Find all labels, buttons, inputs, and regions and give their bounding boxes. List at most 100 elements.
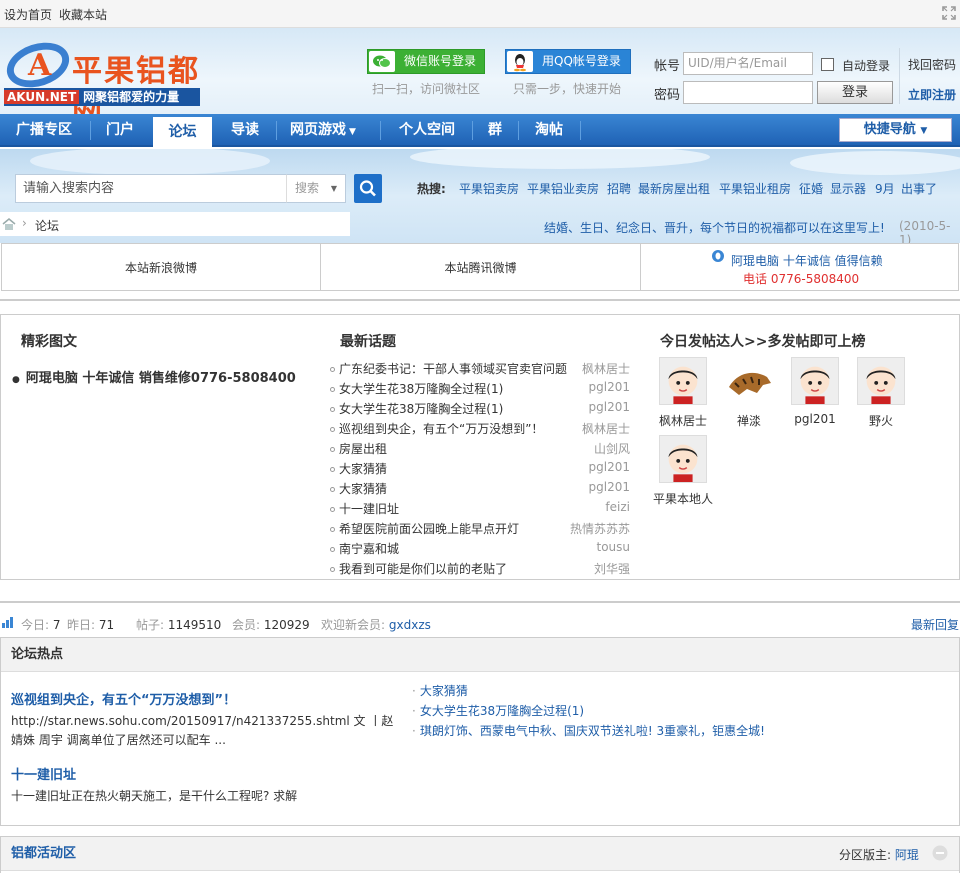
top-user[interactable]: pgl201 (784, 357, 846, 426)
hot-word[interactable]: 出事了 (901, 180, 937, 197)
site-logo[interactable]: A 平果铝都网 AKUN.NET网聚铝都爱的力量 (1, 35, 204, 133)
new-member-link[interactable]: gxdxzs (389, 618, 431, 632)
register-link[interactable]: 立即注册 (908, 86, 956, 103)
nav-webgame[interactable]: 网页游戏 ▼ (280, 114, 366, 147)
top-bar: 设为首页 收藏本站 (0, 0, 960, 28)
topic-item[interactable]: 希望医院前面公园晚上能早点开灯 (330, 520, 519, 537)
hot-link[interactable]: · 琪朗灯饰、西蒙电气中秋、国庆双节送礼啦! 3重豪礼，钜惠全城! (412, 722, 765, 739)
bookmark-link[interactable]: 收藏本站 (59, 6, 107, 23)
topic-item[interactable]: 女大学生花38万隆胸全过程(1) (330, 380, 503, 397)
slogan-text: 网聚铝都爱的力量 (83, 90, 180, 104)
moderator-label: 分区版主: (839, 848, 892, 862)
notice-text[interactable]: 结婚、生日、纪念日、晋升，每个节日的祝福都可以在这里写上! (544, 219, 885, 236)
latest-reply-link[interactable]: 最新回复 (911, 616, 959, 633)
tencent-weibo-label: 本站腾讯微博 (444, 261, 517, 275)
hot-word[interactable]: 征婚 (799, 180, 823, 197)
moderator-link[interactable]: 阿琨 (895, 848, 919, 862)
top-user[interactable]: 平果本地人 (652, 435, 714, 507)
stats-chart-icon (2, 617, 13, 628)
password-input[interactable] (683, 81, 813, 104)
circle-bullet-icon (330, 447, 335, 452)
nav-forum[interactable]: 论坛 (153, 117, 212, 149)
nav-guide[interactable]: 导读 (218, 114, 272, 147)
search-scope-select[interactable]: 搜索 ▼ (286, 174, 346, 203)
topic-item[interactable]: 广东纪委书记：干部人事领域买官卖官问题 (330, 360, 567, 377)
find-password-link[interactable]: 找回密码 (908, 56, 956, 73)
nav-taotie[interactable]: 淘帖 (522, 114, 576, 147)
topic-author[interactable]: 山剑风 (540, 440, 630, 457)
topic-title: 希望医院前面公园晚上能早点开灯 (339, 522, 520, 536)
topic-item[interactable]: 南宁嘉和城 (330, 540, 399, 557)
hot-word[interactable]: 招聘 (607, 180, 631, 197)
top-user[interactable]: 野火 (850, 357, 912, 429)
stat-members-label: 会员: (232, 618, 261, 632)
username-input[interactable]: UID/用户名/Email (683, 52, 813, 75)
hot-word[interactable]: 平果铝卖房 (459, 180, 519, 197)
featured-title: 精彩图文 (21, 334, 77, 350)
avatar (659, 435, 707, 483)
hot-word[interactable]: 显示器 (830, 180, 866, 197)
main-nav: 广播专区 门户 论坛 导读 网页游戏 ▼ 个人空间 群 淘帖 快捷导航 ▼ (0, 114, 960, 149)
login-button[interactable]: 登录 (817, 81, 893, 104)
hot-word[interactable]: 最新房屋出租 (638, 180, 710, 197)
topic-item[interactable]: 十一建旧址 (330, 500, 399, 517)
hot-link-label: 琪朗灯饰、西蒙电气中秋、国庆双节送礼啦! 3重豪礼，钜惠全城! (419, 724, 765, 738)
sina-weibo-box[interactable]: 本站新浪微博 (1, 243, 321, 291)
topic-item[interactable]: 巡视组到央企，有五个“万万没想到”！ (330, 420, 543, 437)
ad-line1: 阿琨电脑 十年诚信 值得信赖 (731, 254, 883, 268)
topic-item[interactable]: 我看到可能是你们以前的老贴了 (330, 560, 507, 577)
collapse-icon[interactable] (932, 845, 948, 861)
home-icon[interactable] (2, 218, 16, 230)
hot-article-title[interactable]: 十一建旧址 (11, 764, 76, 783)
topic-author[interactable]: 枫林居士 (540, 360, 630, 377)
tencent-weibo-box[interactable]: 本站腾讯微博 (320, 243, 641, 291)
activity-title[interactable]: 铝都活动区 (1, 837, 959, 871)
top-user[interactable]: 枫林居士 (652, 357, 714, 429)
search-input[interactable]: 请输入搜索内容 (15, 174, 287, 203)
topic-author[interactable]: 刘华强 (540, 560, 630, 577)
topic-author[interactable]: pgl201 (540, 380, 630, 394)
breadcrumb-current[interactable]: 论坛 (35, 217, 59, 234)
logo-slogan: AKUN.NET 网聚铝都爱的力量 (4, 88, 200, 106)
wechat-login-button[interactable]: 微信账号登录 (367, 49, 485, 74)
nav-broadcast[interactable]: 广播专区 (4, 114, 84, 147)
top-user-name: 平果本地人 (652, 492, 713, 506)
topic-author[interactable]: 热情苏苏苏 (540, 520, 630, 537)
topic-item[interactable]: 房屋出租 (330, 440, 387, 457)
hot-link-label: 女大学生花38万隆胸全过程(1) (419, 704, 585, 718)
topic-item[interactable]: 大家猜猜 (330, 460, 387, 477)
circle-bullet-icon (330, 387, 335, 392)
topic-author[interactable]: pgl201 (540, 480, 630, 494)
hot-word[interactable]: 9月 (875, 180, 895, 197)
qq-login-button[interactable]: 用QQ帐号登录 (505, 49, 631, 74)
topic-author[interactable]: 枫林居士 (540, 420, 630, 437)
quick-nav-button[interactable]: 快捷导航 ▼ (839, 118, 952, 142)
search-scope-label: 搜索 (295, 181, 320, 195)
featured-pick[interactable]: ● 阿琨电脑 十年诚信 销售维修0776-5808400 (12, 367, 296, 386)
topic-author[interactable]: pgl201 (540, 400, 630, 414)
set-home-link[interactable]: 设为首页 (4, 6, 52, 23)
ad-box[interactable]: 阿琨电脑 十年诚信 值得信赖 电话 0776-5808400 (640, 243, 959, 291)
topic-item[interactable]: 女大学生花38万隆胸全过程(1) (330, 400, 503, 417)
circle-bullet-icon (330, 367, 335, 372)
stat-today: 今日: 7 (21, 616, 61, 633)
hot-word[interactable]: 平果铝业卖房 (527, 180, 599, 197)
top-user[interactable]: 禅渁 (718, 357, 780, 429)
nav-portal[interactable]: 门户 (92, 114, 148, 147)
search-button[interactable] (354, 174, 382, 203)
dot-icon: · (412, 704, 416, 718)
nav-group[interactable]: 群 (476, 114, 514, 147)
nav-space[interactable]: 个人空间 (386, 114, 468, 147)
hot-link[interactable]: · 女大学生花38万隆胸全过程(1) (412, 702, 584, 719)
topic-author[interactable]: tousu (540, 540, 630, 554)
top-users-title[interactable]: 今日发帖达人>>多发帖即可上榜 (660, 331, 865, 351)
hot-article-title[interactable]: 巡视组到央企，有五个“万万没想到”！ (11, 689, 236, 708)
stat-welcome: 欢迎新会员: gxdxzs (321, 616, 431, 633)
auto-login-checkbox[interactable] (821, 58, 834, 71)
fullscreen-icon[interactable] (942, 6, 956, 20)
topic-author[interactable]: feizi (540, 500, 630, 514)
hot-word[interactable]: 平果铝业租房 (719, 180, 791, 197)
topic-item[interactable]: 大家猜猜 (330, 480, 387, 497)
hot-link[interactable]: · 大家猜猜 (412, 682, 468, 699)
topic-author[interactable]: pgl201 (540, 460, 630, 474)
